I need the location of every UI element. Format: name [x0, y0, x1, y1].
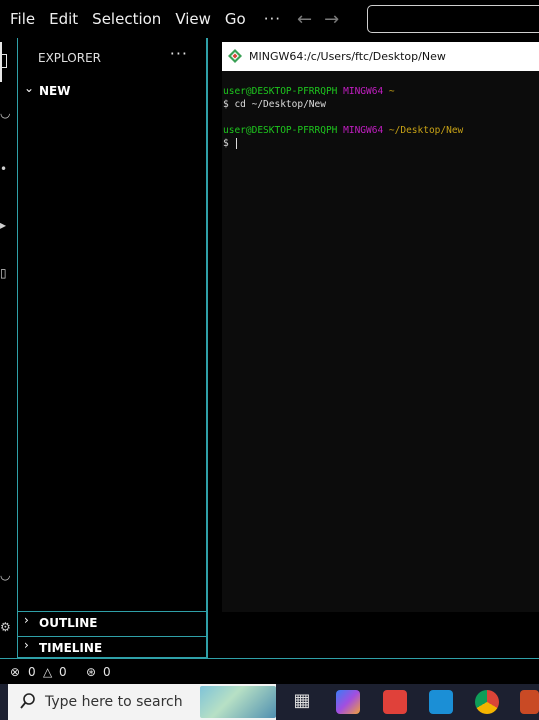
input-line[interactable]: $ — [223, 137, 238, 150]
folder-label: NEW — [39, 84, 71, 98]
chevron-down-icon: ⌄ — [24, 81, 35, 95]
outline-section[interactable]: › OUTLINE — [18, 611, 207, 634]
sidebar-resize-handle[interactable] — [207, 38, 208, 658]
outline-label: OUTLINE — [39, 616, 98, 630]
run-debug-icon[interactable]: ▸ — [0, 218, 14, 232]
chevron-right-icon: › — [24, 638, 29, 652]
search-icon — [20, 693, 35, 709]
prompt-user: user@DESKTOP-PFRRQPH — [223, 86, 338, 97]
prompt-env: MINGW64 — [343, 125, 384, 136]
menu-file[interactable]: File — [10, 10, 35, 28]
source-control-icon[interactable]: • — [0, 162, 14, 176]
menu-selection[interactable]: Selection — [92, 10, 161, 28]
menu-go[interactable]: Go — [225, 10, 246, 28]
terminal-titlebar[interactable]: MINGW64:/c/Users/ftc/Desktop/New — [222, 42, 539, 71]
prompt-user: user@DESKTOP-PFRRQPH — [223, 125, 338, 136]
prompt-line: user@DESKTOP-PFRRQPH MINGW64 ~/Desktop/N… — [223, 124, 463, 137]
terminal-title: MINGW64:/c/Users/ftc/Desktop/New — [249, 50, 446, 63]
menu-edit[interactable]: Edit — [49, 10, 78, 28]
timeline-section[interactable]: › TIMELINE — [18, 636, 207, 659]
search-highlight-image — [200, 686, 276, 718]
explorer-icon[interactable] — [0, 42, 16, 82]
account-icon[interactable]: ◡ — [0, 568, 14, 582]
arrow-left-icon[interactable]: ← — [297, 9, 312, 30]
prompt-line: user@DESKTOP-PFRRQPH MINGW64 ~ — [223, 85, 395, 98]
windows-taskbar: Type here to search ▦ — [0, 684, 539, 720]
search-icon[interactable]: ◡ — [0, 106, 14, 120]
prompt-path: ~/Desktop/New — [388, 125, 464, 136]
terminal-output[interactable]: user@DESKTOP-PFRRQPH MINGW64 ~ $ cd ~/De… — [222, 71, 539, 612]
warning-icon[interactable]: △ — [43, 665, 52, 679]
input-prompt: $ — [223, 138, 235, 149]
command-center-search[interactable] — [367, 5, 539, 33]
status-bar: ⊗ 0 △ 0 ⊛ 0 — [0, 658, 539, 685]
prompt-env: MINGW64 — [343, 86, 384, 97]
menu-view[interactable]: View — [175, 10, 211, 28]
menu-more-button[interactable]: ··· — [264, 10, 281, 28]
prompt-path: ~ — [388, 86, 395, 97]
warning-count[interactable]: 0 — [59, 665, 67, 679]
chrome-icon[interactable] — [475, 690, 499, 714]
arrow-right-icon[interactable]: → — [324, 9, 339, 30]
manage-gear-icon[interactable]: ⚙ — [0, 620, 14, 634]
sidebar-title: EXPLORER — [38, 51, 101, 65]
chevron-right-icon: › — [24, 613, 29, 627]
sidebar-more-button[interactable]: ··· — [170, 44, 188, 63]
broadcast-icon[interactable]: ⊛ — [86, 665, 96, 679]
copilot-icon[interactable] — [336, 690, 360, 714]
timeline-label: TIMELINE — [39, 641, 103, 655]
command-line: $ cd ~/Desktop/New — [223, 99, 326, 110]
activity-bar: ◡ • ▸ ▯ ◡ ⚙ — [0, 38, 16, 658]
terminal-window[interactable]: MINGW64:/c/Users/ftc/Desktop/New user@DE… — [222, 42, 539, 612]
git-bash-icon — [228, 49, 242, 63]
anydesk-icon[interactable] — [383, 690, 407, 714]
file-explorer-icon[interactable] — [429, 690, 453, 714]
explorer-sidebar: EXPLORER ··· ⌄ NEW › OUTLINE › TIMELINE — [17, 38, 207, 658]
error-count[interactable]: 0 — [28, 665, 36, 679]
error-icon[interactable]: ⊗ — [10, 665, 20, 679]
extensions-icon[interactable]: ▯ — [0, 266, 14, 280]
text-cursor — [236, 138, 238, 149]
powerpoint-icon[interactable] — [520, 690, 539, 714]
taskbar-search-placeholder: Type here to search — [45, 694, 183, 710]
ports-count[interactable]: 0 — [103, 665, 111, 679]
folder-section-new[interactable]: ⌄ NEW — [18, 80, 207, 102]
task-view-icon[interactable]: ▦ — [290, 690, 314, 714]
